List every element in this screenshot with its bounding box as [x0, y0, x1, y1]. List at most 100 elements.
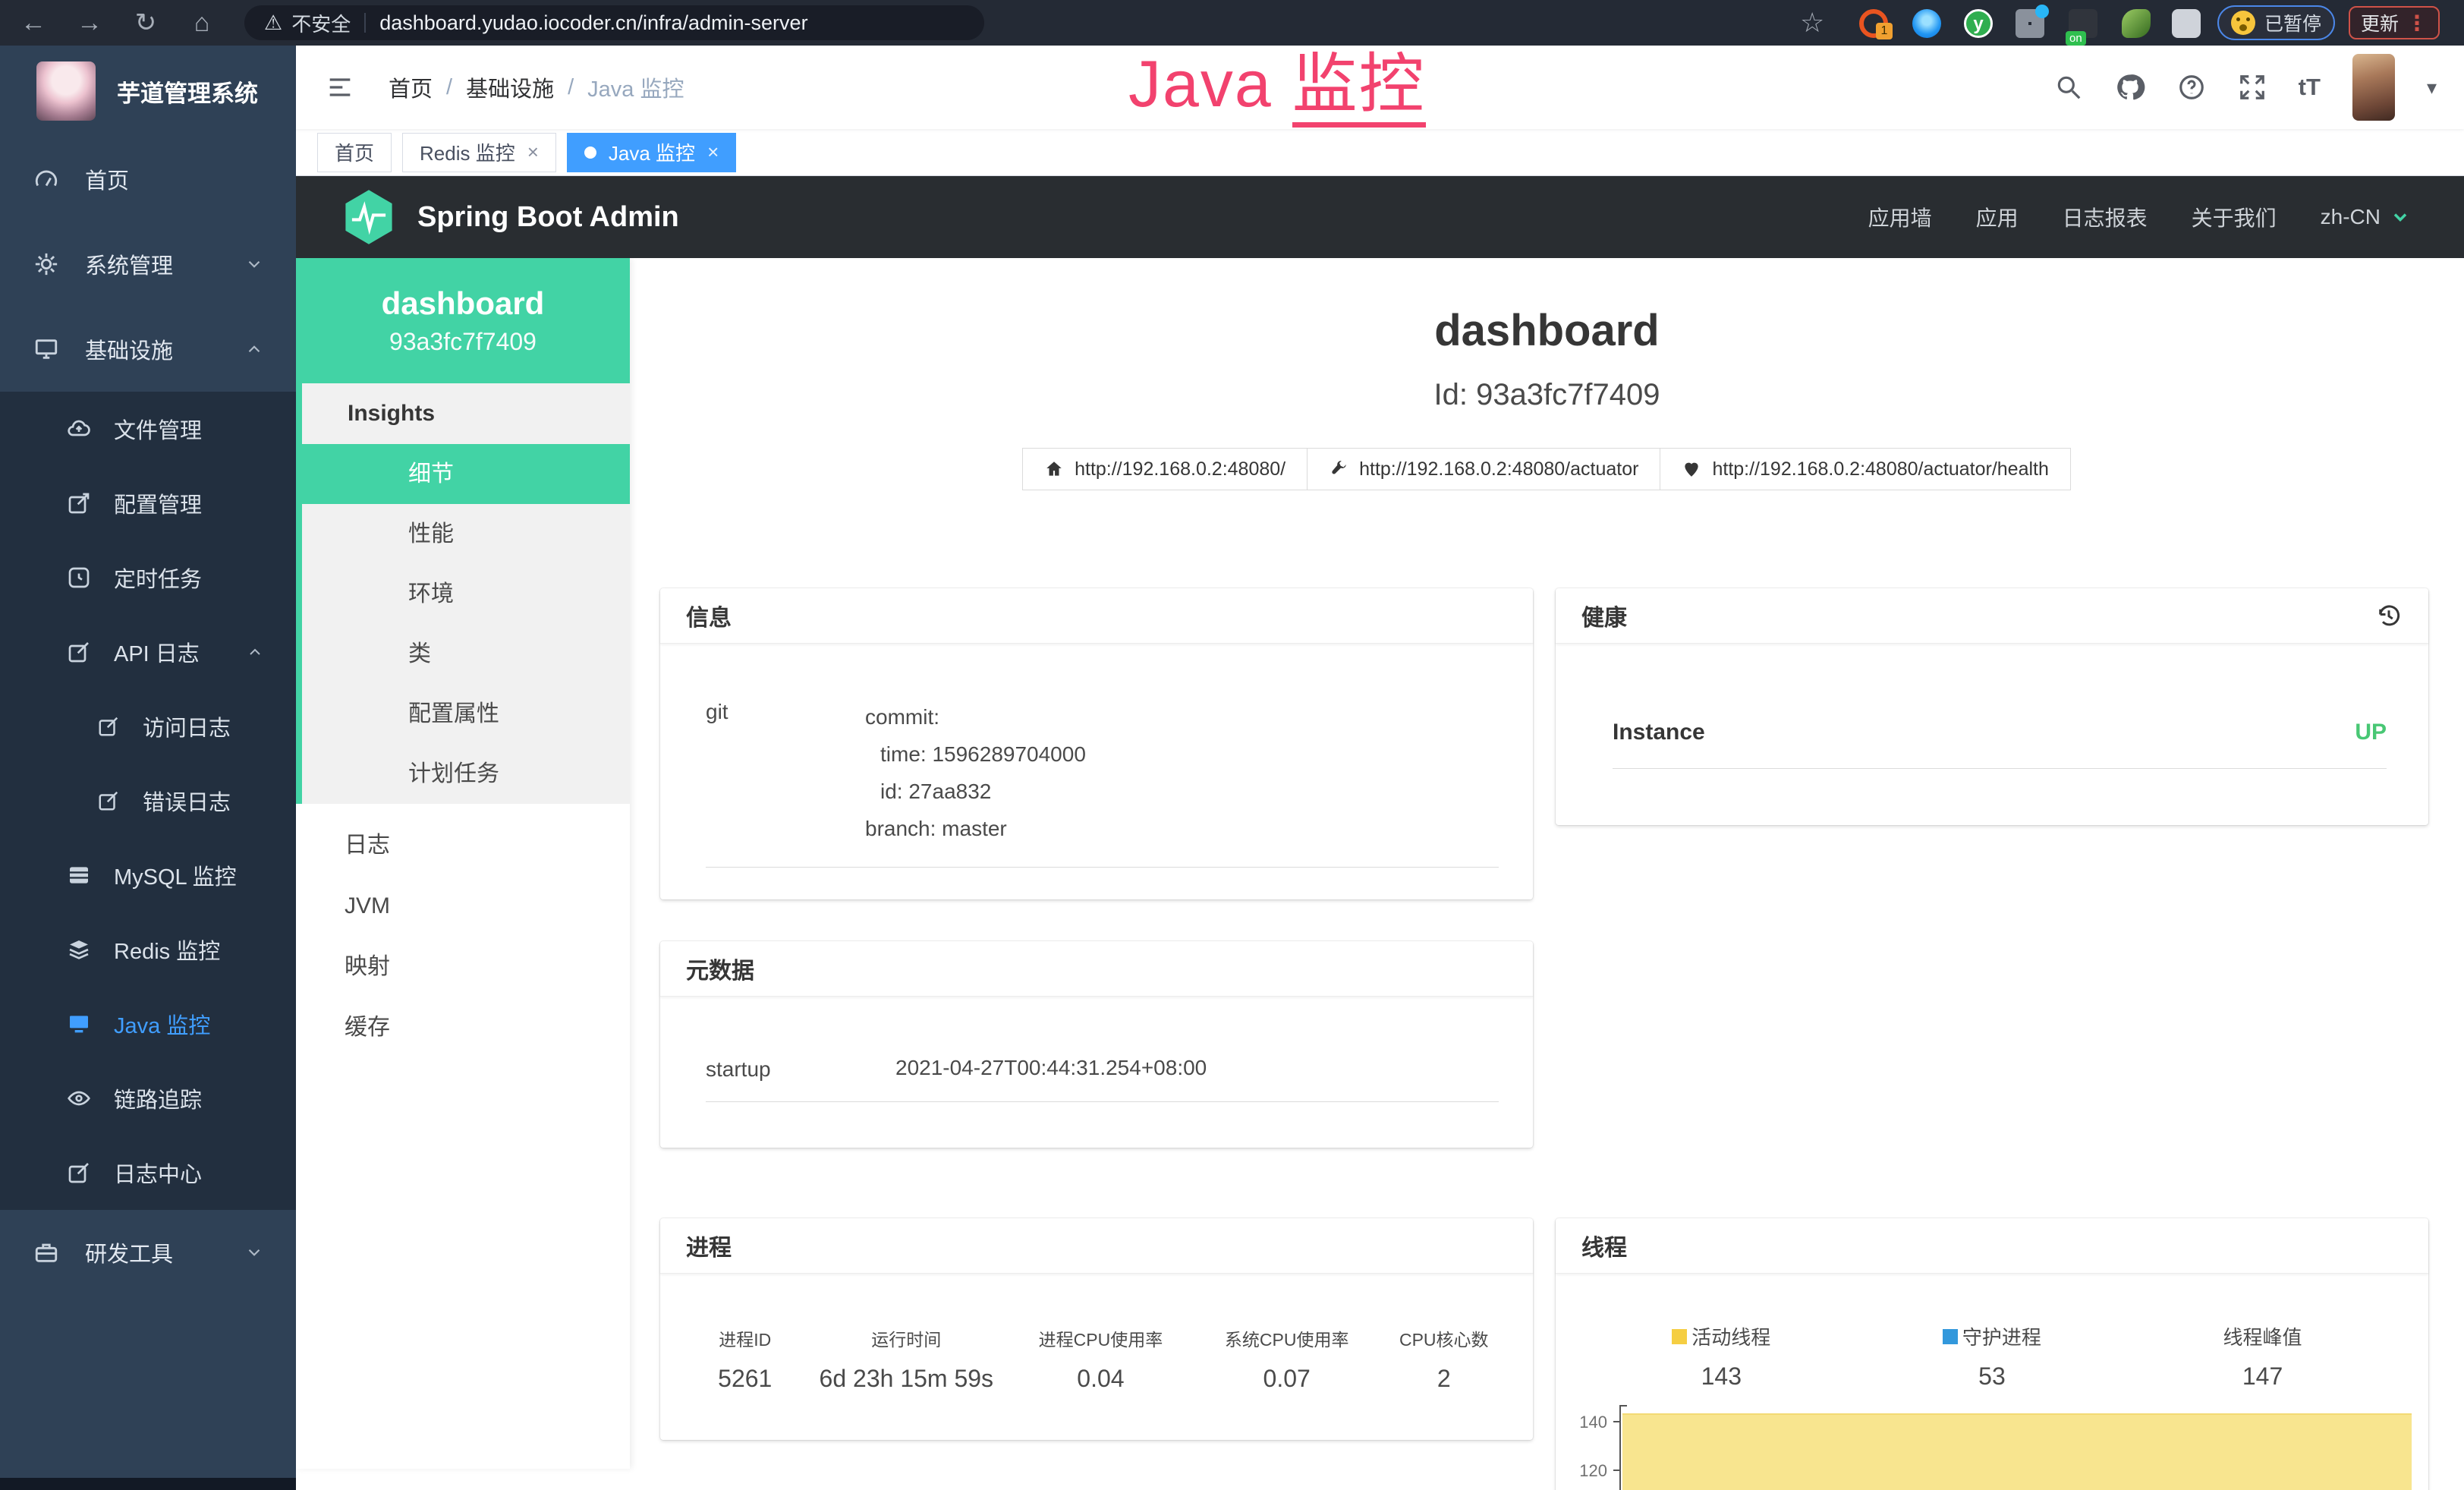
sba-nav-wallboard[interactable]: 应用墙	[1868, 202, 1932, 232]
bookmark-star-icon[interactable]: ☆	[1800, 0, 1824, 46]
sidebar-item-logcenter[interactable]: 日志中心	[0, 1136, 296, 1210]
close-icon[interactable]: ×	[527, 140, 539, 164]
collapse-sidebar-icon[interactable]	[325, 72, 355, 102]
sidebar-item-system[interactable]: 系统管理	[0, 222, 296, 307]
legend-daemon-threads[interactable]: 守护进程	[1943, 1322, 2041, 1350]
subnav-item-jvm[interactable]: JVM	[296, 876, 630, 937]
sba-brand[interactable]: Spring Boot Admin	[417, 201, 679, 234]
sidebar-item-label: 定时任务	[114, 562, 202, 594]
extension-leaf-icon[interactable]	[2122, 9, 2151, 38]
card-title: 元数据	[686, 952, 754, 985]
row-divider	[706, 867, 1499, 868]
process-col-header: 进程CPU使用率	[1005, 1325, 1196, 1351]
chevron-down-icon	[2390, 206, 2411, 228]
sidebar-item-mysql[interactable]: MySQL 监控	[0, 838, 296, 912]
sidebar-item-trace[interactable]: 链路追踪	[0, 1061, 296, 1136]
legend-live-threads[interactable]: 活动线程	[1672, 1322, 1770, 1350]
y-axis-line	[1619, 1405, 1621, 1490]
tab-label: Java 监控	[609, 138, 695, 166]
browser-home-icon[interactable]: ⌂	[179, 0, 225, 46]
sidebar-item-errorlog[interactable]: 错误日志	[0, 764, 296, 838]
help-icon[interactable]	[2177, 73, 2206, 102]
sidebar-item-apilog[interactable]: API 日志	[0, 615, 296, 689]
sidebar-item-accesslog[interactable]: 访问日志	[0, 689, 296, 764]
log-edit-icon	[67, 640, 91, 664]
extension-grid-icon[interactable]	[2016, 9, 2044, 38]
sidebar-item-label: 错误日志	[143, 785, 231, 817]
info-card: 信息 git commit: time: 1596289704000 id: 2…	[660, 588, 1533, 899]
extension-y-icon[interactable]: y	[1964, 9, 1993, 38]
fullscreen-icon[interactable]	[2238, 73, 2267, 102]
header-actions: tT ▾	[2054, 54, 2437, 121]
history-icon[interactable]	[2375, 602, 2403, 629]
info-row-value: commit: time: 1596289704000 id: 27aa832 …	[865, 698, 1499, 847]
sba-nav-journal[interactable]: 日志报表	[2063, 202, 2148, 232]
instance-header: dashboard 93a3fc7f7409	[296, 258, 630, 383]
address-bar[interactable]: ⚠ 不安全 dashboard.yudao.iocoder.cn/infra/a…	[244, 5, 984, 40]
y-axis-tick: 120	[1556, 1461, 1607, 1481]
sidebar-item-label: 链路追踪	[114, 1082, 202, 1114]
sidebar-item-file[interactable]: 文件管理	[0, 392, 296, 466]
subnav-item-mappings[interactable]: 映射	[296, 937, 630, 997]
tab-home[interactable]: 首页	[317, 133, 392, 172]
extension-dark-icon[interactable]: on	[2069, 9, 2097, 38]
reload-icon[interactable]: ↻	[123, 0, 168, 46]
subnav-item-logs[interactable]: 日志	[296, 815, 630, 876]
search-icon[interactable]	[2054, 73, 2083, 102]
subnav-item-details[interactable]: 细节	[302, 444, 630, 504]
tab-redis[interactable]: Redis 监控 ×	[402, 133, 556, 172]
address-divider	[364, 13, 366, 33]
subnav-item-caches[interactable]: 缓存	[296, 997, 630, 1058]
chevron-down-icon	[244, 1243, 264, 1262]
sidebar-logo[interactable]: 芋道管理系统	[0, 46, 296, 137]
more-menu-icon[interactable]: ⋮	[2406, 11, 2428, 36]
user-menu-caret-icon[interactable]: ▾	[2427, 76, 2437, 99]
sidebar-item-config[interactable]: 配置管理	[0, 466, 296, 540]
subnav-item-configprops[interactable]: 配置属性	[302, 684, 630, 744]
sidebar-item-job[interactable]: 定时任务	[0, 540, 296, 615]
github-icon[interactable]	[2115, 72, 2145, 102]
sidebar-item-infra[interactable]: 基础设施	[0, 307, 296, 392]
legend-blue-swatch-icon	[1943, 1329, 1958, 1344]
actuator-url-link[interactable]: http://192.168.0.2:48080/actuator	[1307, 448, 1660, 490]
close-icon[interactable]: ×	[707, 140, 719, 164]
forward-icon[interactable]: →	[67, 0, 112, 46]
screen-icon	[67, 1012, 91, 1036]
sba-nav-about[interactable]: 关于我们	[2192, 202, 2277, 232]
service-url-link[interactable]: http://192.168.0.2:48080/	[1022, 448, 1308, 490]
breadcrumb-current: Java 监控	[587, 71, 684, 103]
extension-ring-icon[interactable]: 1	[1859, 9, 1888, 38]
profile-paused-pill[interactable]: 已暂停	[2217, 5, 2335, 40]
git-id-line: id: 27aa832	[865, 773, 1499, 810]
breadcrumb-home[interactable]: 首页	[389, 71, 433, 103]
sba-language-select[interactable]: zh-CN	[2321, 205, 2411, 229]
subnav-item-classes[interactable]: 类	[302, 624, 630, 684]
chevron-down-icon	[244, 254, 264, 274]
font-size-icon[interactable]: tT	[2299, 74, 2321, 101]
log-edit-icon	[67, 1161, 91, 1185]
sidebar-item-home[interactable]: 首页	[0, 137, 296, 222]
security-label[interactable]: 不安全	[291, 9, 351, 37]
cpu-cores-value: 2	[1378, 1365, 1510, 1393]
home-icon	[1044, 459, 1064, 479]
tab-label: 首页	[335, 138, 374, 166]
subnav-item-metrics[interactable]: 性能	[302, 504, 630, 564]
update-button[interactable]: 更新 ⋮	[2349, 6, 2440, 39]
instance-urls: http://192.168.0.2:48080/ http://192.168…	[630, 448, 2464, 490]
subnav-item-scheduledtasks[interactable]: 计划任务	[302, 744, 630, 804]
face-emoji-icon	[2231, 11, 2255, 35]
sba-nav-applications[interactable]: 应用	[1976, 202, 2019, 232]
back-icon[interactable]: ←	[11, 0, 56, 46]
health-instance-label[interactable]: Instance	[1613, 720, 1705, 745]
extension-puzzle-icon[interactable]	[2172, 9, 2201, 38]
tab-java[interactable]: Java 监控 ×	[567, 133, 736, 172]
user-avatar[interactable]	[2352, 54, 2395, 121]
sidebar-item-devtools[interactable]: 研发工具	[0, 1210, 296, 1295]
breadcrumb-separator: /	[568, 75, 574, 100]
health-url-link[interactable]: http://192.168.0.2:48080/actuator/health	[1660, 448, 2070, 490]
breadcrumb-infra[interactable]: 基础设施	[466, 71, 554, 103]
sidebar-item-redis[interactable]: Redis 监控	[0, 912, 296, 987]
extension-pin-icon[interactable]	[1912, 9, 1941, 38]
sidebar-item-java[interactable]: Java 监控	[0, 987, 296, 1061]
subnav-item-env[interactable]: 环境	[302, 564, 630, 624]
